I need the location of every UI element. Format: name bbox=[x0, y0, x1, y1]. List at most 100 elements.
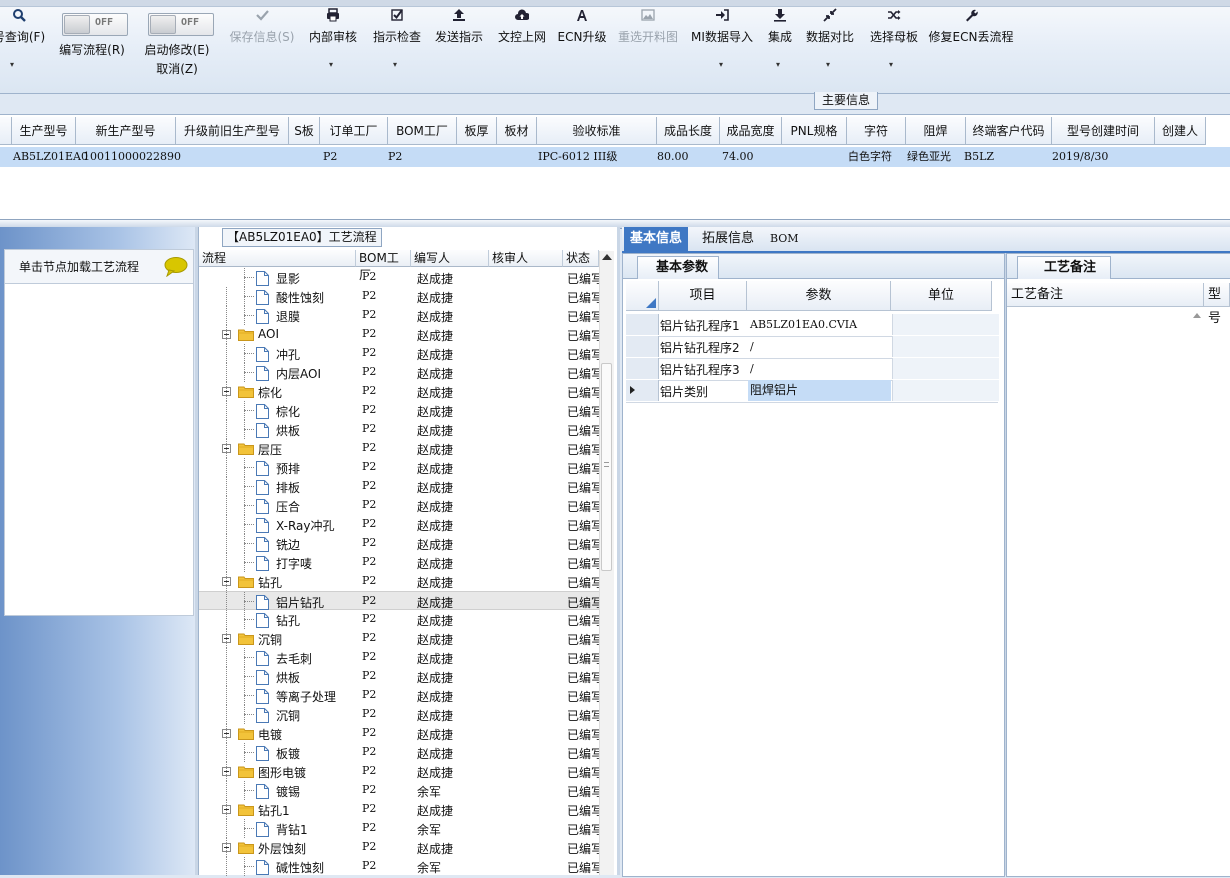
write-flow-toggle[interactable]: OFF bbox=[62, 13, 128, 36]
write-flow-button[interactable]: 编写流程(R) bbox=[54, 41, 130, 58]
model-col-header[interactable]: 型号 bbox=[1204, 283, 1230, 326]
tab-basic-params[interactable]: 基本参数 bbox=[637, 256, 720, 279]
flow-column-header[interactable]: 状态 bbox=[563, 250, 599, 267]
flow-tree-row[interactable]: 铣边 P2 赵成捷 已编写 bbox=[199, 534, 599, 553]
column-header[interactable]: 阻焊 bbox=[906, 117, 966, 145]
flow-tree-row[interactable]: 排板 P2 赵成捷 已编写 bbox=[199, 477, 599, 496]
param-column-header[interactable]: 参数 bbox=[747, 281, 891, 311]
column-header[interactable]: 板厚 bbox=[457, 117, 497, 145]
param-row[interactable]: 铝片钻孔程序2 / bbox=[626, 336, 999, 359]
param-column-header[interactable]: 单位 bbox=[891, 281, 992, 311]
flow-tree-row[interactable]: 打字唛 P2 赵成捷 已编写 bbox=[199, 553, 599, 572]
middle-splitter[interactable] bbox=[617, 227, 620, 875]
param-value[interactable]: / bbox=[748, 336, 891, 357]
toolbar-item-8-button[interactable]: ECN升级 bbox=[557, 8, 607, 45]
flow-tree-row[interactable]: 板镀 P2 赵成捷 已编写 bbox=[199, 743, 599, 762]
dropdown-arrow-icon[interactable]: ▾ bbox=[776, 60, 780, 69]
flow-tree-row[interactable]: 背钻1 P2 余军 已编写 bbox=[199, 819, 599, 838]
column-header[interactable]: 订单工厂 bbox=[320, 117, 388, 145]
flow-tree-row[interactable]: 内层AOI P2 赵成捷 已编写 bbox=[199, 363, 599, 382]
flow-tree-row[interactable]: 等离子处理 P2 赵成捷 已编写 bbox=[199, 686, 599, 705]
param-value[interactable]: 阻焊铝片 bbox=[748, 380, 891, 401]
flow-tree-row[interactable]: 层压 P2 赵成捷 已编写 bbox=[199, 439, 599, 458]
param-value[interactable]: AB5LZ01EA0.CVIA bbox=[748, 314, 891, 335]
column-header[interactable]: 升级前旧生产型号 bbox=[176, 117, 289, 145]
param-unit[interactable] bbox=[892, 380, 999, 401]
toolbar-item-12-button[interactable]: 数据对比 bbox=[803, 8, 857, 45]
flow-tree-row[interactable]: 退膜 P2 赵成捷 已编写 bbox=[199, 306, 599, 325]
toolbar-item-3-button[interactable]: 保存信息(S) bbox=[224, 8, 300, 45]
flow-tree-row[interactable]: 沉铜 P2 赵成捷 已编写 bbox=[199, 629, 599, 648]
param-unit[interactable] bbox=[892, 336, 999, 357]
flow-tree-row[interactable]: 棕化 P2 赵成捷 已编写 bbox=[199, 382, 599, 401]
main-info-tab[interactable]: 主要信息 bbox=[814, 92, 879, 110]
toolbar-item-0-button[interactable]: 号查询(F) bbox=[0, 8, 50, 45]
flow-tree-row[interactable]: 钻孔 P2 赵成捷 已编写 bbox=[199, 572, 599, 591]
notes-col-header[interactable]: 工艺备注 bbox=[1007, 283, 1204, 307]
column-header[interactable]: 新生产型号 bbox=[76, 117, 176, 145]
toolbar-item-6-button[interactable]: 发送指示 bbox=[432, 8, 486, 45]
dropdown-arrow-icon[interactable]: ▾ bbox=[826, 60, 830, 69]
tab-bom[interactable]: BOM bbox=[764, 227, 805, 251]
toolbar-item-14-button[interactable]: 修复ECN丢流程 bbox=[928, 8, 1014, 45]
flow-tree-row[interactable]: 图形电镀 P2 赵成捷 已编写 bbox=[199, 762, 599, 781]
flow-tree-row[interactable]: 电镀 P2 赵成捷 已编写 bbox=[199, 724, 599, 743]
flow-tree-row[interactable]: 钻孔 P2 赵成捷 已编写 bbox=[199, 610, 599, 629]
flow-column-header[interactable]: 核审人 bbox=[489, 250, 563, 267]
flow-tree-row[interactable]: 冲孔 P2 赵成捷 已编写 bbox=[199, 344, 599, 363]
column-header[interactable]: 字符 bbox=[847, 117, 906, 145]
flow-tree-row[interactable]: 预排 P2 赵成捷 已编写 bbox=[199, 458, 599, 477]
flow-scrollbar[interactable] bbox=[599, 251, 614, 875]
flow-tree-row[interactable]: 碱性蚀刻 P2 余军 已编写 bbox=[199, 857, 599, 876]
left-splitter[interactable] bbox=[195, 227, 198, 875]
toolbar-item-4-button[interactable]: 内部审核 bbox=[305, 8, 361, 45]
flow-column-header[interactable]: BOM工厂 bbox=[356, 250, 411, 282]
param-row[interactable]: 铝片钻孔程序1 AB5LZ01EA0.CVIA bbox=[626, 314, 999, 337]
flow-tree-row[interactable]: X-Ray冲孔 P2 赵成捷 已编写 bbox=[199, 515, 599, 534]
flow-tree-row[interactable]: 钻孔1 P2 赵成捷 已编写 bbox=[199, 800, 599, 819]
tab-basic-info[interactable]: 基本信息 bbox=[624, 227, 689, 251]
tab-extended-info[interactable]: 拓展信息 bbox=[696, 227, 760, 251]
param-unit[interactable] bbox=[892, 358, 999, 379]
scroll-up-arrow-icon[interactable] bbox=[602, 254, 612, 260]
flow-tree-row[interactable]: 外层蚀刻 P2 赵成捷 已编写 bbox=[199, 838, 599, 857]
dropdown-arrow-icon[interactable]: ▾ bbox=[719, 60, 723, 69]
flow-tree-row[interactable]: 铝片钻孔 P2 赵成捷 已编写 bbox=[199, 591, 599, 611]
column-header[interactable]: 板材 bbox=[497, 117, 537, 145]
param-column-header[interactable]: 项目 bbox=[659, 281, 747, 311]
flow-tree-row[interactable]: 去毛刺 P2 赵成捷 已编写 bbox=[199, 648, 599, 667]
flow-column-header[interactable]: 编写人 bbox=[411, 250, 489, 267]
param-row[interactable]: 铝片钻孔程序3 / bbox=[626, 358, 999, 381]
flow-tree-row[interactable]: AOI P2 赵成捷 已编写 bbox=[199, 325, 599, 344]
column-header[interactable]: BOM工厂 bbox=[388, 117, 457, 145]
flow-tree-row[interactable]: 酸性蚀刻 P2 赵成捷 已编写 bbox=[199, 287, 599, 306]
param-value[interactable]: / bbox=[748, 358, 891, 379]
column-header[interactable]: 成品长度 bbox=[657, 117, 720, 145]
column-header[interactable]: 创建人 bbox=[1155, 117, 1206, 145]
flow-column-header[interactable]: 流程 bbox=[199, 250, 356, 267]
param-unit[interactable] bbox=[892, 314, 999, 335]
column-header[interactable]: 生产型号 bbox=[12, 117, 76, 145]
dropdown-arrow-icon[interactable]: ▾ bbox=[889, 60, 893, 69]
dropdown-arrow-icon[interactable]: ▾ bbox=[329, 60, 333, 69]
column-header[interactable]: PNL规格 bbox=[782, 117, 847, 145]
flow-tree-row[interactable]: 棕化 P2 赵成捷 已编写 bbox=[199, 401, 599, 420]
toolbar-item-5-button[interactable]: 指示检查 bbox=[370, 8, 424, 45]
flow-tree-row[interactable]: 压合 P2 赵成捷 已编写 bbox=[199, 496, 599, 515]
param-row[interactable]: 铝片类别 阻焊铝片 bbox=[626, 380, 999, 403]
start-modify-toggle[interactable]: OFF bbox=[148, 13, 214, 36]
flow-tree-row[interactable]: 显影 P2 赵成捷 已编写 bbox=[199, 268, 599, 287]
node-list[interactable] bbox=[4, 283, 194, 616]
column-header[interactable]: S板 bbox=[289, 117, 320, 145]
toolbar-item-10-button[interactable]: MI数据导入 bbox=[687, 8, 757, 45]
column-header[interactable]: 终端客户代码 bbox=[966, 117, 1052, 145]
load-flow-hint[interactable]: 单击节点加载工艺流程 bbox=[4, 249, 194, 284]
dropdown-arrow-icon[interactable]: ▾ bbox=[393, 60, 397, 69]
flow-scrollbar-thumb[interactable] bbox=[601, 363, 612, 571]
toolbar-item-7-button[interactable]: 文控上网 bbox=[495, 8, 549, 45]
flow-tree-row[interactable]: 沉铜 P2 赵成捷 已编写 bbox=[199, 705, 599, 724]
dropdown-arrow-icon[interactable]: ▾ bbox=[10, 60, 14, 69]
flow-tree-row[interactable]: 镀锡 P2 余军 已编写 bbox=[199, 781, 599, 800]
toolbar-item-9-button[interactable]: 重选开料图 bbox=[614, 8, 682, 45]
flow-tree-row[interactable]: 烘板 P2 赵成捷 已编写 bbox=[199, 420, 599, 439]
